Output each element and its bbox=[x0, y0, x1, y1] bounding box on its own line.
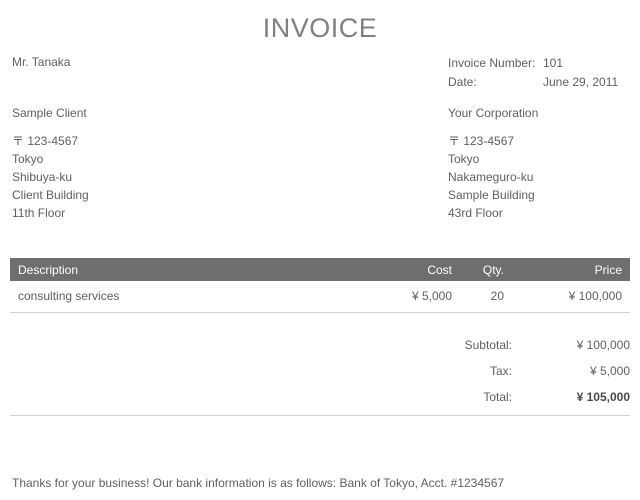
company-name: Your Corporation bbox=[448, 106, 539, 120]
company-address-block: Your Corporation 〒 123-4567 Tokyo Nakame… bbox=[448, 105, 638, 222]
company-address-line: 43rd Floor bbox=[448, 206, 503, 220]
subtotal-value: ¥ 100,000 bbox=[576, 338, 630, 352]
invoice-meta: Invoice Number: 101 Date: June 29, 2011 bbox=[448, 54, 630, 92]
invoice-number-value: 101 bbox=[543, 56, 564, 70]
cell-qty: 20 bbox=[490, 289, 504, 303]
client-address-line: Shibuya-ku bbox=[12, 170, 73, 184]
total-value: ¥ 105,000 bbox=[576, 390, 630, 404]
client-address-line: Tokyo bbox=[12, 152, 44, 166]
footer-note: Thanks for your business! Our bank infor… bbox=[12, 476, 505, 490]
column-header-qty: Qty. bbox=[482, 262, 504, 277]
invoice-date-value: June 29, 2011 bbox=[543, 75, 619, 89]
table-row: consulting services ¥ 5,000 20 ¥ 100,000 bbox=[10, 281, 630, 311]
table-header-row: Description Cost Qty. Price bbox=[10, 258, 630, 281]
tax-value: ¥ 5,000 bbox=[589, 364, 630, 378]
recipient-greeting: Mr. Tanaka bbox=[12, 55, 71, 69]
subtotal-row: Subtotal: ¥ 100,000 bbox=[330, 332, 630, 358]
cell-cost: ¥ 5,000 bbox=[411, 289, 452, 303]
tax-label: Tax: bbox=[489, 364, 512, 378]
invoice-date-label: Date: bbox=[448, 75, 477, 89]
invoice-number-label: Invoice Number: bbox=[448, 56, 536, 70]
company-address-line: Nakameguro-ku bbox=[448, 170, 534, 184]
footer-divider bbox=[10, 415, 630, 416]
total-row: Total: ¥ 105,000 bbox=[330, 384, 630, 410]
client-address-line: Client Building bbox=[12, 188, 89, 202]
line-items-table: Description Cost Qty. Price consulting s… bbox=[10, 258, 630, 311]
total-label: Total: bbox=[483, 390, 512, 404]
cell-description: consulting services bbox=[18, 289, 120, 303]
company-address-line: Tokyo bbox=[448, 152, 480, 166]
column-header-cost: Cost bbox=[427, 262, 452, 277]
subtotal-label: Subtotal: bbox=[464, 338, 512, 352]
items-divider bbox=[10, 312, 630, 313]
client-address-line: 11th Floor bbox=[12, 206, 66, 220]
totals-block: Subtotal: ¥ 100,000 Tax: ¥ 5,000 Total: … bbox=[330, 332, 630, 410]
client-address-line: 〒 123-4567 bbox=[12, 134, 79, 148]
tax-row: Tax: ¥ 5,000 bbox=[330, 358, 630, 384]
column-header-description: Description bbox=[18, 262, 79, 277]
invoice-number-row: Invoice Number: 101 bbox=[448, 54, 630, 73]
company-address-line: 〒 123-4567 bbox=[448, 134, 515, 148]
cell-price: ¥ 100,000 bbox=[568, 289, 622, 303]
column-header-price: Price bbox=[594, 262, 622, 277]
company-address-line: Sample Building bbox=[448, 188, 535, 202]
client-address-block: Sample Client 〒 123-4567 Tokyo Shibuya-k… bbox=[12, 105, 312, 222]
page-title: INVOICE bbox=[262, 13, 378, 43]
invoice-page: INVOICE Mr. Tanaka Invoice Number: 101 D… bbox=[0, 0, 640, 500]
invoice-date-row: Date: June 29, 2011 bbox=[448, 73, 630, 92]
client-name: Sample Client bbox=[12, 106, 87, 120]
